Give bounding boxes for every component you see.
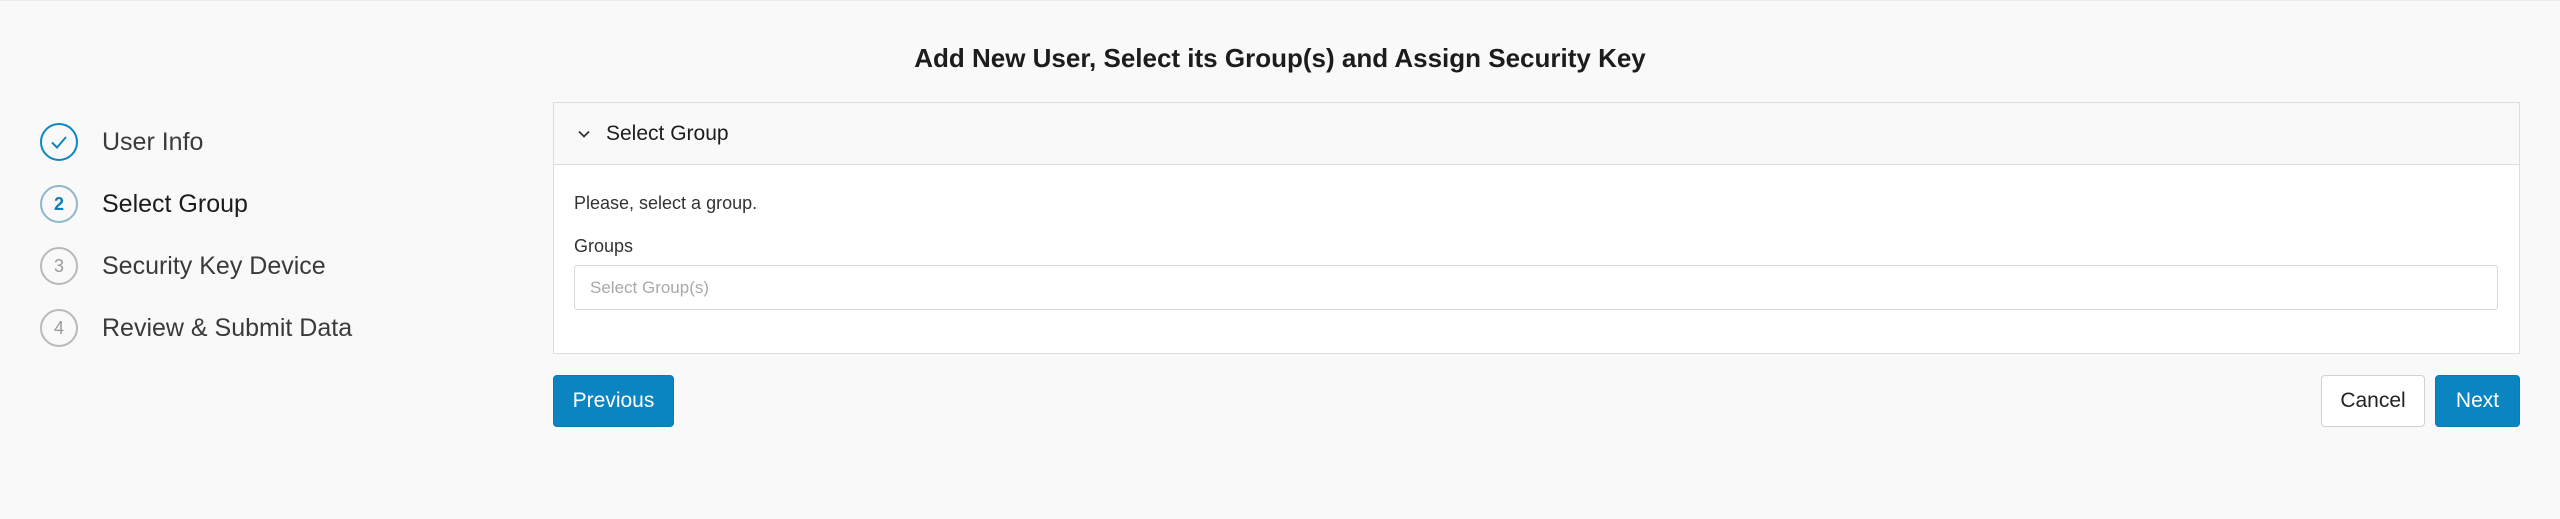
chevron-down-icon[interactable] bbox=[574, 124, 594, 144]
step-review-submit[interactable]: 4 Review & Submit Data bbox=[40, 297, 460, 359]
add-user-wizard: Add New User, Select its Group(s) and As… bbox=[0, 0, 2560, 519]
check-icon bbox=[51, 136, 67, 149]
cancel-button[interactable]: Cancel bbox=[2321, 375, 2425, 427]
next-button[interactable]: Next bbox=[2435, 375, 2520, 427]
step-number: 4 bbox=[40, 309, 78, 347]
step-user-info[interactable]: User Info bbox=[40, 111, 460, 173]
page-title: Add New User, Select its Group(s) and As… bbox=[914, 43, 1646, 73]
step-label: Security Key Device bbox=[102, 251, 326, 280]
step-label: Select Group bbox=[102, 189, 248, 218]
step-security-key-device[interactable]: 3 Security Key Device bbox=[40, 235, 460, 297]
step-label: Review & Submit Data bbox=[102, 313, 353, 342]
step-select-group[interactable]: 2 Select Group bbox=[40, 173, 460, 235]
panel-body: Please, select a group. Groups Select Gr… bbox=[554, 193, 2519, 310]
previous-button[interactable]: Previous bbox=[553, 375, 674, 427]
wizard-stepper: User Info 2 Select Group 3 Security Key … bbox=[40, 111, 460, 359]
step-number: 3 bbox=[40, 247, 78, 285]
step-number: 2 bbox=[40, 185, 78, 223]
select-group-panel: Select Group Please, select a group. Gro… bbox=[553, 102, 2520, 354]
step-label: User Info bbox=[102, 127, 204, 156]
instruction-text: Please, select a group. bbox=[574, 193, 758, 213]
step-complete-indicator bbox=[40, 123, 78, 161]
groups-label: Groups bbox=[574, 236, 634, 256]
panel-header[interactable]: Select Group bbox=[554, 103, 2519, 165]
panel-title: Select Group bbox=[606, 121, 729, 145]
groups-select[interactable]: Select Group(s) bbox=[574, 265, 2498, 310]
